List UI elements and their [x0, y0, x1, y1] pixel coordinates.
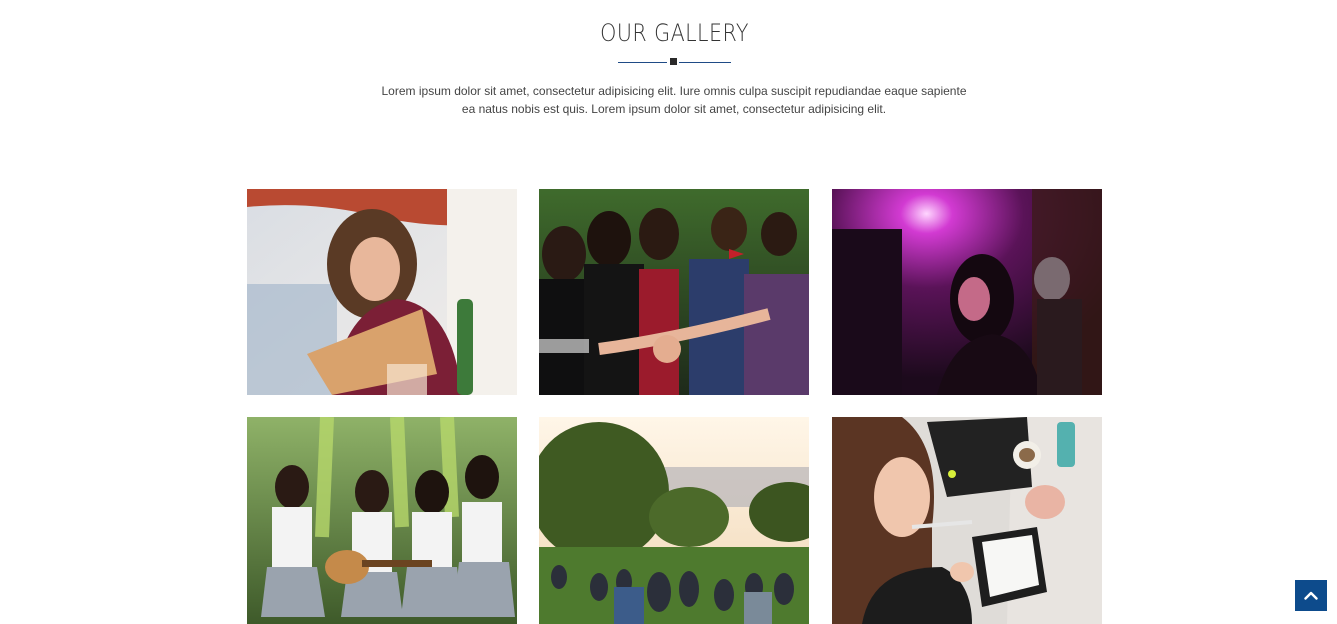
- gallery-image-2[interactable]: [539, 189, 809, 395]
- gallery-title: OUR GALLERY: [600, 19, 749, 47]
- gallery-section: OUR GALLERY Lorem ipsum dolor sit amet, …: [0, 0, 1337, 624]
- gallery-image-6[interactable]: [832, 417, 1102, 624]
- intro-line-1: Lorem ipsum dolor sit amet, consectetur …: [381, 84, 967, 98]
- gallery-image-5[interactable]: [539, 417, 809, 624]
- gallery-intro: Lorem ipsum dolor sit amet, consectetur …: [374, 82, 974, 118]
- back-to-top-button[interactable]: [1295, 580, 1327, 611]
- intro-line-2: ea natus nobis est quis. Lorem ipsum dol…: [461, 102, 887, 116]
- gallery-image-1[interactable]: [247, 189, 517, 395]
- gallery-image-3[interactable]: [832, 189, 1102, 395]
- gallery-image-4[interactable]: [247, 417, 517, 624]
- chevron-up-icon: [1304, 588, 1318, 603]
- title-divider: [618, 58, 731, 67]
